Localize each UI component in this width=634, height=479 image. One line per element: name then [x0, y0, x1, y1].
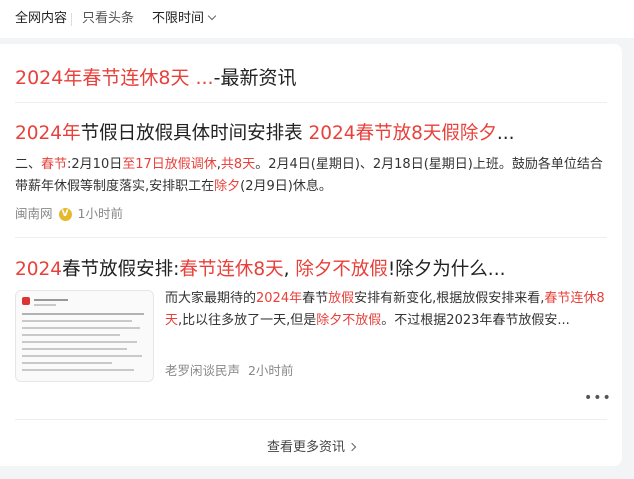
result-1-snippet: 二、春节:2月10日至17日放假调休,共8天。2月4日(星期日)、2月18日(星…: [15, 157, 603, 194]
tab-toutiao-only[interactable]: 只看头条: [82, 11, 134, 27]
news-card: 2024年春节连休8天 ...-最新资讯 2024年节假日放假具体时间安排表 2…: [0, 44, 622, 466]
result-2-snippet: 而大家最期待的2024年春节放假安排有新变化,根据放假安排来看,春节连休8天,比…: [165, 291, 605, 328]
time-filter-label: 不限时间: [152, 11, 205, 26]
verified-icon: V: [58, 207, 72, 221]
result-2-source: 老罗闲谈民声 2小时前: [165, 363, 293, 379]
result-1-source: 闽南网 V 1小时前: [15, 206, 123, 222]
news-section-title[interactable]: 2024年春节连休8天 ...-最新资讯: [15, 66, 296, 90]
divider: [15, 102, 607, 103]
chevron-right-icon: [347, 442, 357, 452]
result-1-title[interactable]: 2024年节假日放假具体时间安排表 2024春节放8天假除夕...: [15, 122, 515, 146]
result-2-title[interactable]: 2024春节放假安排:春节连休8天, 除夕不放假!除夕为什么...: [15, 258, 505, 282]
see-more-news-button[interactable]: 查看更多资讯: [0, 436, 622, 455]
time-filter-dropdown[interactable]: 不限时间: [152, 11, 217, 27]
filter-tabs: 全网内容 只看头条 不限时间: [0, 0, 634, 38]
publish-time: 1小时前: [77, 206, 123, 221]
more-options-icon[interactable]: •••: [584, 390, 612, 406]
result-2-thumbnail[interactable]: [15, 290, 154, 382]
thumbnail-logo-icon: [22, 297, 30, 305]
chevron-down-icon: [207, 11, 217, 21]
tab-all-content[interactable]: 全网内容: [15, 11, 67, 27]
source-name[interactable]: 闽南网: [15, 206, 53, 222]
source-name[interactable]: 老罗闲谈民声: [165, 363, 240, 378]
divider: [15, 419, 607, 420]
tab-divider: [71, 13, 72, 26]
publish-time: 2小时前: [247, 363, 294, 378]
divider: [15, 237, 607, 238]
